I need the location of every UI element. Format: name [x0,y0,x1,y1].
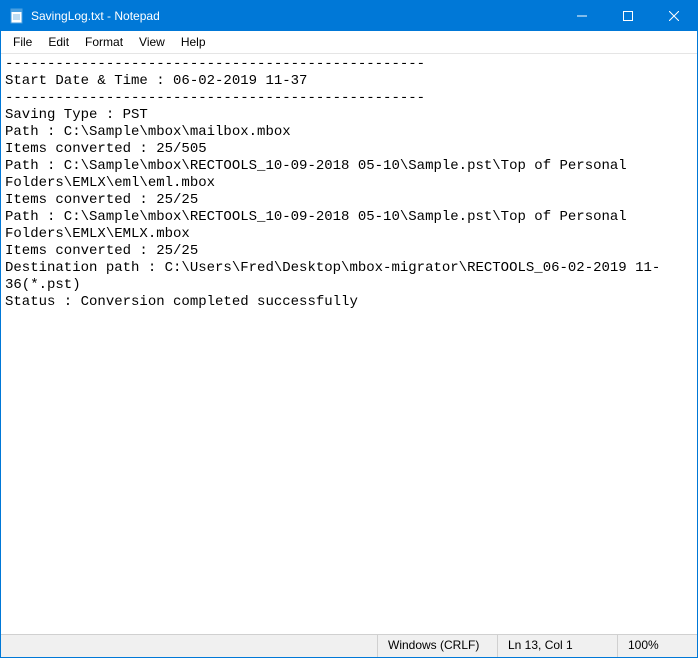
menu-format[interactable]: Format [77,33,131,51]
minimize-button[interactable] [559,1,605,31]
menu-edit[interactable]: Edit [40,33,77,51]
titlebar: SavingLog.txt - Notepad [1,1,697,31]
status-spacer [1,635,377,657]
notepad-icon [9,8,25,24]
menu-file[interactable]: File [5,33,40,51]
window-controls [559,1,697,31]
statusbar: Windows (CRLF) Ln 13, Col 1 100% [1,634,697,657]
close-button[interactable] [651,1,697,31]
window-title: SavingLog.txt - Notepad [31,1,559,31]
maximize-button[interactable] [605,1,651,31]
menubar: File Edit Format View Help [1,31,697,54]
status-cursor: Ln 13, Col 1 [497,635,617,657]
menu-help[interactable]: Help [173,33,214,51]
text-area[interactable]: ----------------------------------------… [1,54,697,634]
status-zoom: 100% [617,635,697,657]
status-encoding: Windows (CRLF) [377,635,497,657]
menu-view[interactable]: View [131,33,173,51]
